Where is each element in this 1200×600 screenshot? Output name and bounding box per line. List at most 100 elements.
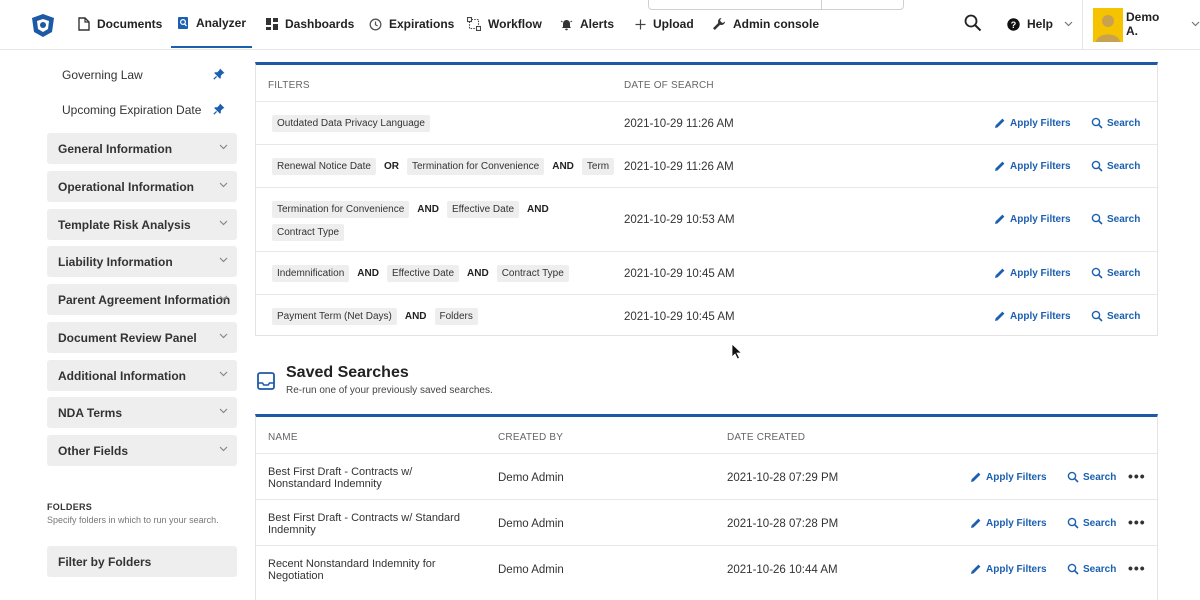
sidebar-section-additional-information[interactable]: Additional Information xyxy=(47,360,237,391)
table-row: Renewal Notice Date OR Termination for C… xyxy=(256,144,1157,187)
pencil-icon xyxy=(971,564,981,574)
sidebar-section-document-review-panel[interactable]: Document Review Panel xyxy=(47,322,237,353)
section-label: Operational Information xyxy=(58,179,195,194)
nav-expirations[interactable]: Expirations xyxy=(369,0,454,48)
search-button[interactable]: Search xyxy=(1091,310,1140,322)
saved-search-name[interactable]: Recent Nonstandard Indemnity for Negotia… xyxy=(268,558,478,582)
search-button[interactable]: Search xyxy=(1091,160,1140,172)
filter-tag: Term xyxy=(581,158,615,175)
filter-operator: AND xyxy=(357,268,379,279)
date-created: 2021-10-28 07:29 PM xyxy=(727,472,839,484)
nav-analyzer[interactable]: Analyzer xyxy=(171,0,253,48)
app-logo-icon[interactable] xyxy=(28,10,58,40)
apply-filters-button[interactable]: Apply Filters xyxy=(994,213,1071,225)
sidebar-section-operational-information[interactable]: Operational Information xyxy=(47,171,237,202)
more-options-button[interactable]: ••• xyxy=(1128,514,1146,530)
recent-searches-panel: FILTERS DATE OF SEARCH Outdated Data Pri… xyxy=(255,62,1158,336)
workflow-icon xyxy=(467,17,481,31)
saved-search-name[interactable]: Best First Draft - Contracts w/ Nonstand… xyxy=(268,466,478,490)
nav-admin-console[interactable]: Admin console xyxy=(712,0,819,48)
filter-tag: Folders xyxy=(434,308,478,325)
filter-by-folders-label: Filter by Folders xyxy=(58,554,152,569)
filter-tags: Indemnification AND Effective Date AND C… xyxy=(272,265,617,282)
chevron-down-icon xyxy=(219,371,228,377)
search-icon xyxy=(1091,267,1103,279)
section-label: NDA Terms xyxy=(58,405,123,420)
chevron-down-icon xyxy=(219,220,228,226)
user-menu[interactable]: Demo A. xyxy=(1126,0,1200,48)
date-created: 2021-10-26 10:44 AM xyxy=(727,564,838,576)
user-name: Demo A. xyxy=(1126,10,1160,38)
help-menu[interactable]: ? Help xyxy=(1007,0,1073,48)
filter-operator: AND xyxy=(417,204,439,215)
apply-filters-button[interactable]: Apply Filters xyxy=(994,117,1071,129)
filter-tags: Outdated Data Privacy Language xyxy=(272,115,617,132)
apply-filters-button[interactable]: Apply Filters xyxy=(970,471,1047,483)
filter-operator: AND xyxy=(467,268,489,279)
wrench-icon xyxy=(713,18,725,30)
pencil-icon xyxy=(971,472,981,482)
sidebar-section-liability-information[interactable]: Liability Information xyxy=(47,246,237,277)
filter-operator: AND xyxy=(527,204,549,215)
chevron-down-icon xyxy=(219,295,228,301)
sidebar-pinned-upcoming-expiration[interactable]: Upcoming Expiration Date xyxy=(47,93,237,127)
filter-tags: Renewal Notice Date OR Termination for C… xyxy=(272,158,617,175)
apply-filters-label: Apply Filters xyxy=(1010,213,1071,225)
search-date: 2021-10-29 11:26 AM xyxy=(624,161,734,173)
search-label: Search xyxy=(1083,471,1117,483)
pencil-icon xyxy=(995,118,1005,128)
search-button[interactable]: Search xyxy=(1091,213,1140,225)
created-by: Demo Admin xyxy=(498,472,564,484)
chevron-down-icon xyxy=(219,333,228,339)
nav-dashboards[interactable]: Dashboards xyxy=(266,0,354,48)
nav-documents-label: Documents xyxy=(97,17,163,31)
sidebar-section-template-risk-analysis[interactable]: Template Risk Analysis xyxy=(47,209,237,240)
search-icon xyxy=(1067,471,1079,483)
search-button[interactable]: Search xyxy=(1067,471,1116,483)
sidebar-section-other-fields[interactable]: Other Fields xyxy=(47,435,237,466)
pin-icon[interactable] xyxy=(213,103,225,115)
chevron-down-icon xyxy=(219,257,228,263)
section-label: Liability Information xyxy=(58,254,173,269)
more-options-button[interactable]: ••• xyxy=(1128,468,1146,484)
search-button[interactable]: Search xyxy=(1091,267,1140,279)
chevron-down-icon xyxy=(219,446,228,452)
nav-workflow[interactable]: Workflow xyxy=(467,0,542,48)
avatar[interactable] xyxy=(1093,8,1123,42)
table-row: Indemnification AND Effective Date AND C… xyxy=(256,251,1157,294)
search-button[interactable]: Search xyxy=(1067,563,1116,575)
search-button[interactable]: Search xyxy=(1091,117,1140,129)
table-row: Outdated Data Privacy Language 2021-10-2… xyxy=(256,101,1157,144)
apply-filters-button[interactable]: Apply Filters xyxy=(994,310,1071,322)
sidebar-pinned-governing-law[interactable]: Governing Law xyxy=(47,58,237,92)
nav-expirations-label: Expirations xyxy=(389,17,455,31)
sidebar-section-parent-agreement-information[interactable]: Parent Agreement Information xyxy=(47,284,237,315)
nav-dashboards-label: Dashboards xyxy=(285,17,355,31)
apply-filters-button[interactable]: Apply Filters xyxy=(994,160,1071,172)
apply-filters-button[interactable]: Apply Filters xyxy=(970,517,1047,529)
nav-alerts[interactable]: Alerts xyxy=(560,0,614,48)
apply-filters-label: Apply Filters xyxy=(1010,117,1071,129)
search-button[interactable]: Search xyxy=(1067,517,1116,529)
nav-alerts-label: Alerts xyxy=(580,17,615,31)
saved-search-name[interactable]: Best First Draft - Contracts w/ Standard… xyxy=(268,512,478,536)
pencil-icon xyxy=(995,268,1005,278)
sidebar-section-nda-terms[interactable]: NDA Terms xyxy=(47,397,237,428)
nav-documents[interactable]: Documents xyxy=(78,0,162,48)
more-options-button[interactable]: ••• xyxy=(1128,560,1146,576)
section-label: Parent Agreement Information xyxy=(58,292,231,307)
search-label: Search xyxy=(1107,310,1141,322)
filter-by-folders-button[interactable]: Filter by Folders xyxy=(47,546,237,577)
table-row: Termination for Convenience AND Effectiv… xyxy=(256,187,1157,251)
date-created: 2021-10-28 07:28 PM xyxy=(727,518,839,530)
filter-tag: Contract Type xyxy=(272,224,345,241)
apply-filters-button[interactable]: Apply Filters xyxy=(970,563,1047,575)
apply-filters-button[interactable]: Apply Filters xyxy=(994,267,1071,279)
section-label: General Information xyxy=(58,141,173,156)
mouse-cursor-icon xyxy=(731,343,743,360)
search-icon[interactable] xyxy=(964,14,982,32)
section-label: Additional Information xyxy=(58,368,186,383)
pin-icon[interactable] xyxy=(213,68,225,80)
sidebar-section-general-information[interactable]: General Information xyxy=(47,133,237,164)
nav-admin-console-label: Admin console xyxy=(733,17,820,31)
